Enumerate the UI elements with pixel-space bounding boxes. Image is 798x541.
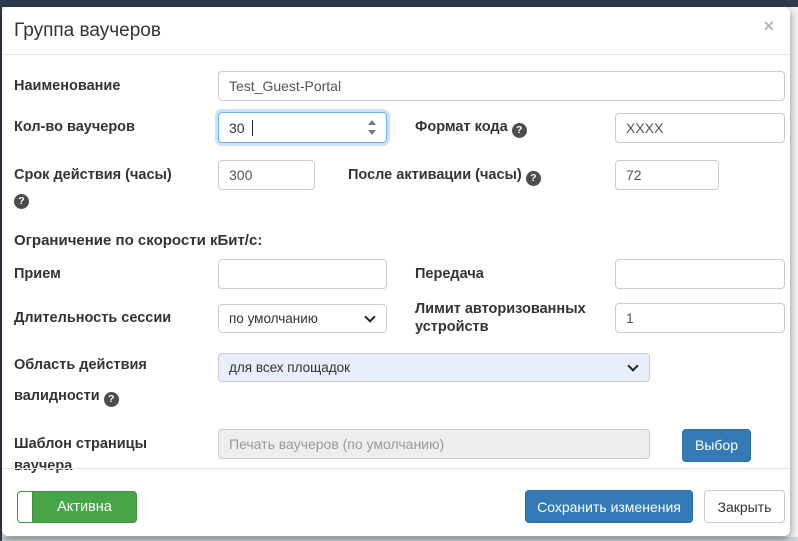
close-icon[interactable]: × xyxy=(763,17,774,35)
page-backdrop-bottom xyxy=(2,537,798,541)
text-caret xyxy=(252,120,253,136)
number-spinner[interactable] xyxy=(368,120,377,135)
modal-body: Наименование Кол-во ваучеров Формат кода… xyxy=(2,55,790,475)
device-limit-input[interactable] xyxy=(615,303,785,333)
rx-input[interactable] xyxy=(218,259,387,289)
speed-limit-header: Ограничение по скорости кБит/с: xyxy=(14,232,262,249)
tx-label: Передача xyxy=(415,265,615,283)
voucher-count-field xyxy=(218,112,387,143)
rx-label: Прием xyxy=(14,265,218,283)
select-template-button[interactable]: Выбор xyxy=(682,429,751,462)
name-input[interactable] xyxy=(218,71,785,101)
validity-hours-label: Срок действия (часы) ? xyxy=(14,160,218,209)
session-duration-select[interactable]: по умолчанию xyxy=(218,304,387,333)
validity-scope-help-icon[interactable]: ? xyxy=(104,392,119,407)
name-label: Наименование xyxy=(14,77,218,95)
device-limit-label: Лимит авторизованных устройств xyxy=(415,300,615,336)
session-row: Длительность сессии по умолчанию Лимит а… xyxy=(14,300,785,336)
modal-title: Группа ваучеров xyxy=(14,20,775,42)
after-activation-label: После активации (часы) ? xyxy=(348,160,615,186)
validity-row: Срок действия (часы) ? После активации (… xyxy=(14,160,785,209)
spinner-down-icon[interactable] xyxy=(368,130,376,135)
validity-scope-field: для всех площадок xyxy=(218,353,650,382)
code-format-label: Формат кода ? xyxy=(415,118,615,138)
modal-header: Группа ваучеров × xyxy=(2,7,790,55)
name-row: Наименование xyxy=(14,71,785,101)
speed-limit-section: Ограничение по скорости кБит/с: xyxy=(14,232,785,249)
active-toggle[interactable]: Активна xyxy=(17,491,137,523)
validity-scope-select[interactable]: для всех площадок xyxy=(218,353,650,382)
after-activation-input[interactable] xyxy=(615,160,719,190)
tx-input[interactable] xyxy=(615,259,785,289)
voucher-count-label: Кол-во ваучеров xyxy=(14,118,218,136)
close-button[interactable]: Закрыть xyxy=(704,490,785,523)
code-format-help-icon[interactable]: ? xyxy=(512,123,527,138)
after-activation-help-icon[interactable]: ? xyxy=(526,171,541,186)
page-backdrop-top xyxy=(0,0,798,7)
code-format-input[interactable] xyxy=(615,113,785,143)
session-duration-field: по умолчанию xyxy=(218,304,387,333)
spinner-up-icon[interactable] xyxy=(368,120,376,125)
voucher-count-input[interactable] xyxy=(218,112,387,143)
save-button[interactable]: Сохранить изменения xyxy=(525,490,693,523)
toggle-handle-icon[interactable] xyxy=(18,492,33,522)
validity-scope-label: Область действия валидности ? xyxy=(14,353,218,406)
validity-hours-input[interactable] xyxy=(218,160,315,190)
rx-tx-row: Прием Передача xyxy=(14,259,785,289)
template-input xyxy=(218,429,650,459)
voucher-group-modal: Группа ваучеров × Наименование Кол-во ва… xyxy=(2,7,790,536)
voucher-count-row: Кол-во ваучеров Формат кода ? xyxy=(14,112,785,143)
validity-hours-help-icon[interactable]: ? xyxy=(14,194,29,209)
validity-scope-row: Область действия валидности ? для всех п… xyxy=(14,353,785,406)
modal-footer: Активна Сохранить изменения Закрыть xyxy=(2,468,790,536)
active-toggle-label: Активна xyxy=(33,492,136,522)
session-duration-label: Длительность сессии xyxy=(14,309,218,327)
